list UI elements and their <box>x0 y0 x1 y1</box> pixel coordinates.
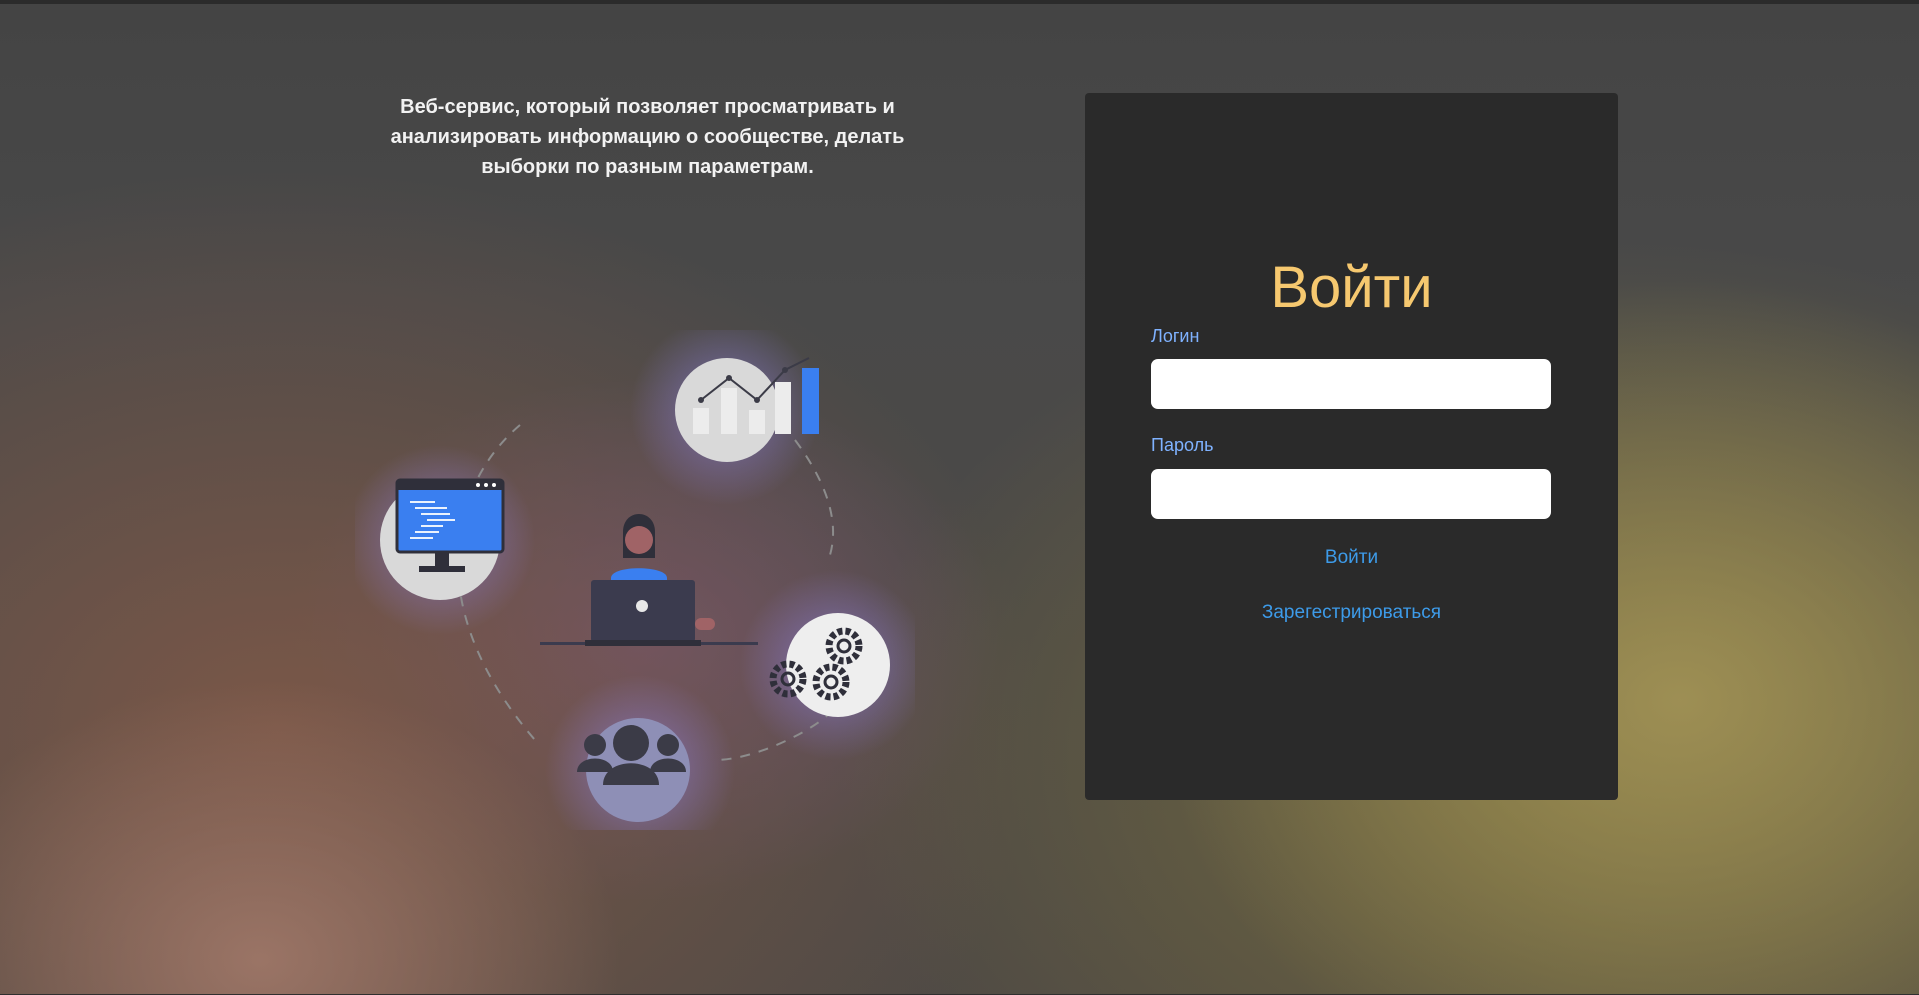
submit-login-link[interactable]: Войти <box>1085 547 1618 569</box>
login-title: Войти <box>1270 255 1433 320</box>
background <box>0 0 1919 995</box>
person-with-laptop-icon <box>540 514 758 646</box>
intro-text: Веб-сервис, который позволяет просматрив… <box>390 96 905 178</box>
top-border <box>0 0 1919 4</box>
password-label: Пароль <box>1151 435 1214 455</box>
login-label: Логин <box>1151 326 1200 346</box>
illustration <box>345 315 930 865</box>
register-link[interactable]: Зарегестрироваться <box>1085 602 1618 624</box>
login-input[interactable] <box>1151 359 1551 409</box>
password-input[interactable] <box>1151 469 1551 519</box>
login-card: Войти Логин Пароль Войти Зарегестрироват… <box>1085 93 1618 800</box>
